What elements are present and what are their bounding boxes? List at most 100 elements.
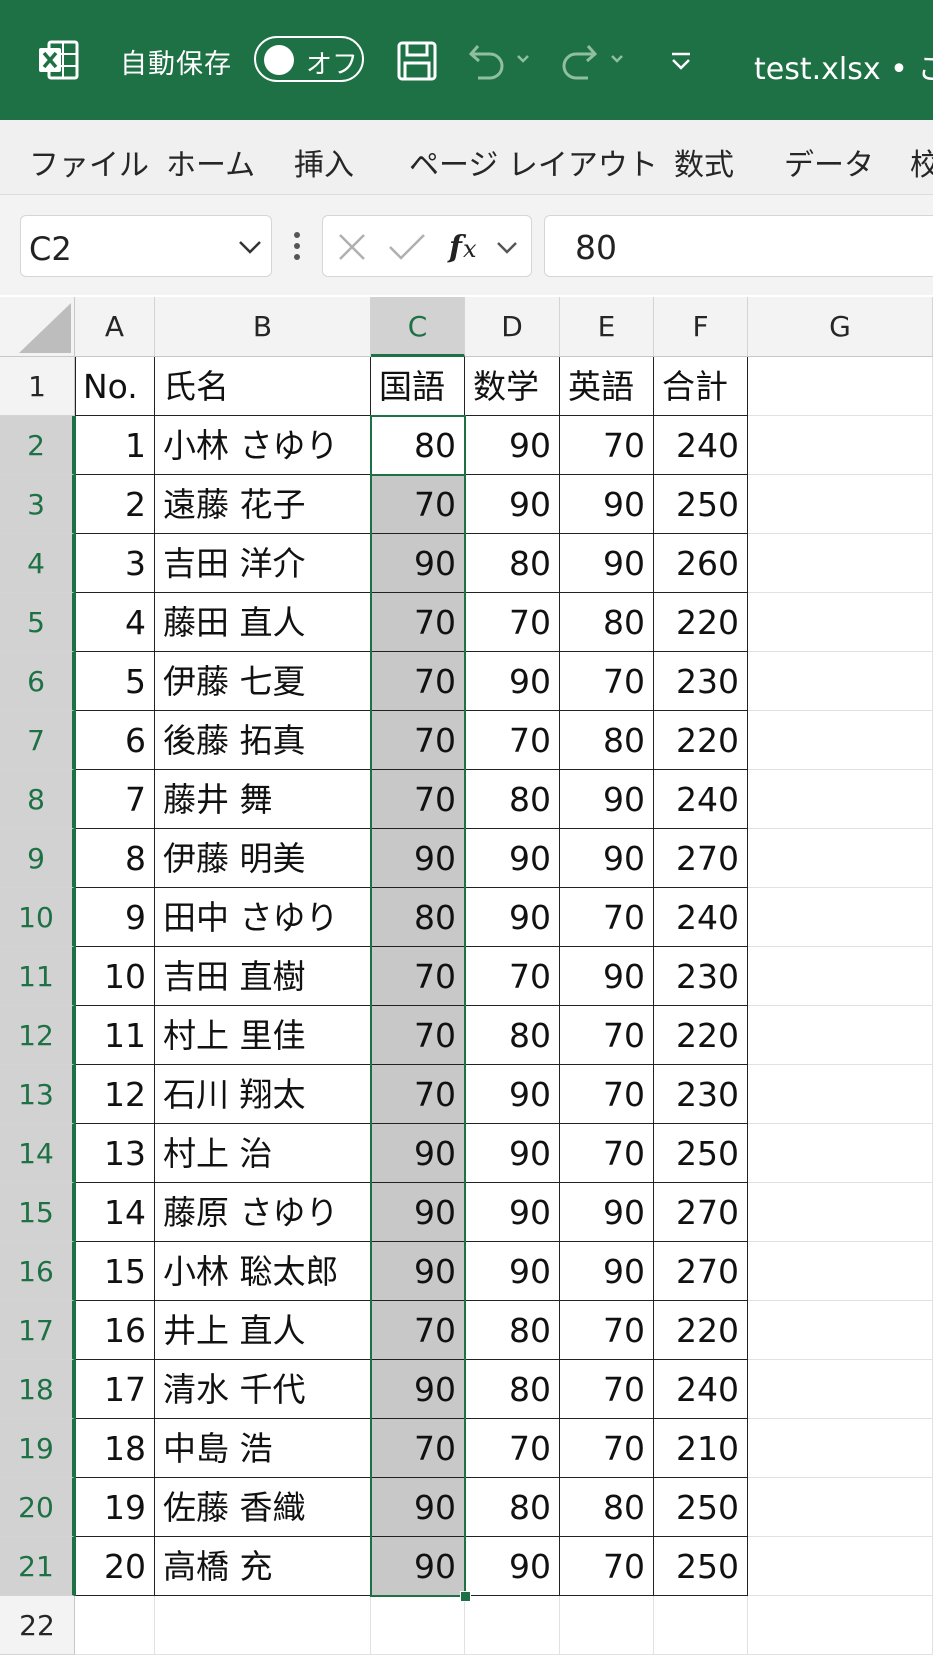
cell-d8[interactable]: 80	[465, 770, 560, 829]
cell-d9[interactable]: 90	[465, 829, 560, 888]
cell-g1[interactable]	[748, 357, 933, 416]
cell-b6[interactable]: 伊藤 七夏	[155, 652, 371, 711]
cell-d22[interactable]	[465, 1596, 560, 1655]
row-header-21[interactable]: 21	[0, 1537, 75, 1596]
cell-b20[interactable]: 佐藤 香織	[155, 1478, 371, 1537]
cell-f5[interactable]: 220	[654, 593, 748, 652]
cell-f18[interactable]: 240	[654, 1360, 748, 1419]
cell-d7[interactable]: 70	[465, 711, 560, 770]
cell-d6[interactable]: 90	[465, 652, 560, 711]
cell-a22[interactable]	[75, 1596, 155, 1655]
cell-c12[interactable]: 70	[371, 1006, 465, 1065]
cell-c6[interactable]: 70	[371, 652, 465, 711]
fill-handle[interactable]	[460, 1591, 471, 1602]
cell-g12[interactable]	[748, 1006, 933, 1065]
cell-b5[interactable]: 藤田 直人	[155, 593, 371, 652]
row-header-1[interactable]: 1	[0, 357, 75, 416]
cell-a16[interactable]: 15	[75, 1242, 155, 1301]
cell-e17[interactable]: 70	[560, 1301, 654, 1360]
cell-b22[interactable]	[155, 1596, 371, 1655]
cell-b13[interactable]: 石川 翔太	[155, 1065, 371, 1124]
cell-f7[interactable]: 220	[654, 711, 748, 770]
cell-a15[interactable]: 14	[75, 1183, 155, 1242]
cell-f10[interactable]: 240	[654, 888, 748, 947]
cell-b2[interactable]: 小林 さゆり	[155, 416, 371, 475]
column-header-b[interactable]: B	[155, 297, 371, 357]
cell-e18[interactable]: 70	[560, 1360, 654, 1419]
row-header-14[interactable]: 14	[0, 1124, 75, 1183]
cell-c2[interactable]: 80	[371, 416, 465, 475]
cell-d13[interactable]: 90	[465, 1065, 560, 1124]
cell-e8[interactable]: 90	[560, 770, 654, 829]
cell-b16[interactable]: 小林 聡太郎	[155, 1242, 371, 1301]
row-header-2[interactable]: 2	[0, 416, 75, 475]
cell-e13[interactable]: 70	[560, 1065, 654, 1124]
cell-e12[interactable]: 70	[560, 1006, 654, 1065]
cell-e4[interactable]: 90	[560, 534, 654, 593]
cell-e20[interactable]: 80	[560, 1478, 654, 1537]
cell-d19[interactable]: 70	[465, 1419, 560, 1478]
cell-e6[interactable]: 70	[560, 652, 654, 711]
cell-f12[interactable]: 220	[654, 1006, 748, 1065]
redo-icon[interactable]	[560, 40, 630, 82]
enter-icon[interactable]	[387, 230, 427, 264]
cell-g8[interactable]	[748, 770, 933, 829]
cell-b15[interactable]: 藤原 さゆり	[155, 1183, 371, 1242]
cell-c3[interactable]: 70	[371, 475, 465, 534]
cell-b12[interactable]: 村上 里佳	[155, 1006, 371, 1065]
header-cell-a[interactable]: No.	[75, 357, 155, 416]
save-icon[interactable]	[396, 40, 438, 82]
row-header-16[interactable]: 16	[0, 1242, 75, 1301]
cell-a19[interactable]: 18	[75, 1419, 155, 1478]
row-header-10[interactable]: 10	[0, 888, 75, 947]
cell-c16[interactable]: 90	[371, 1242, 465, 1301]
cell-c17[interactable]: 70	[371, 1301, 465, 1360]
cell-g2[interactable]	[748, 416, 933, 475]
cell-f22[interactable]	[654, 1596, 748, 1655]
cell-e11[interactable]: 90	[560, 947, 654, 1006]
autosave-toggle[interactable]: オフ	[254, 36, 364, 82]
cell-a4[interactable]: 3	[75, 534, 155, 593]
more-options-icon[interactable]	[292, 231, 302, 261]
cell-c9[interactable]: 90	[371, 829, 465, 888]
column-header-g[interactable]: G	[748, 297, 933, 357]
cell-f2[interactable]: 240	[654, 416, 748, 475]
cell-d5[interactable]: 70	[465, 593, 560, 652]
row-header-22[interactable]: 22	[0, 1596, 75, 1655]
name-box[interactable]: C2	[20, 215, 272, 277]
cell-f3[interactable]: 250	[654, 475, 748, 534]
column-header-e[interactable]: E	[560, 297, 654, 357]
row-header-5[interactable]: 5	[0, 593, 75, 652]
tab-home[interactable]: ホーム	[166, 140, 255, 184]
cell-g19[interactable]	[748, 1419, 933, 1478]
row-header-6[interactable]: 6	[0, 652, 75, 711]
cell-g14[interactable]	[748, 1124, 933, 1183]
cell-b14[interactable]: 村上 治	[155, 1124, 371, 1183]
cell-e21[interactable]: 70	[560, 1537, 654, 1596]
cell-c13[interactable]: 70	[371, 1065, 465, 1124]
cell-g18[interactable]	[748, 1360, 933, 1419]
cell-c5[interactable]: 70	[371, 593, 465, 652]
cell-g3[interactable]	[748, 475, 933, 534]
cell-f4[interactable]: 260	[654, 534, 748, 593]
column-header-f[interactable]: F	[654, 297, 748, 357]
cell-e22[interactable]	[560, 1596, 654, 1655]
cell-c21[interactable]: 90	[371, 1537, 465, 1596]
select-all-corner[interactable]	[0, 297, 75, 357]
cell-g16[interactable]	[748, 1242, 933, 1301]
tab-formulas[interactable]: 数式	[674, 140, 734, 184]
cell-b3[interactable]: 遠藤 花子	[155, 475, 371, 534]
chevron-down-icon[interactable]	[495, 238, 519, 258]
cell-f8[interactable]: 240	[654, 770, 748, 829]
cell-d17[interactable]: 80	[465, 1301, 560, 1360]
cell-g13[interactable]	[748, 1065, 933, 1124]
cell-d14[interactable]: 90	[465, 1124, 560, 1183]
cell-e5[interactable]: 80	[560, 593, 654, 652]
cell-f11[interactable]: 230	[654, 947, 748, 1006]
cell-c11[interactable]: 70	[371, 947, 465, 1006]
cell-a20[interactable]: 19	[75, 1478, 155, 1537]
header-cell-f[interactable]: 合計	[654, 357, 748, 416]
cell-e2[interactable]: 70	[560, 416, 654, 475]
cell-f20[interactable]: 250	[654, 1478, 748, 1537]
worksheet-grid[interactable]: A B C D E F G 1 2 3 4 5 6 7 8 9 10 11 12 13 14 15 16 17 18 19 20 21…	[0, 297, 933, 1659]
